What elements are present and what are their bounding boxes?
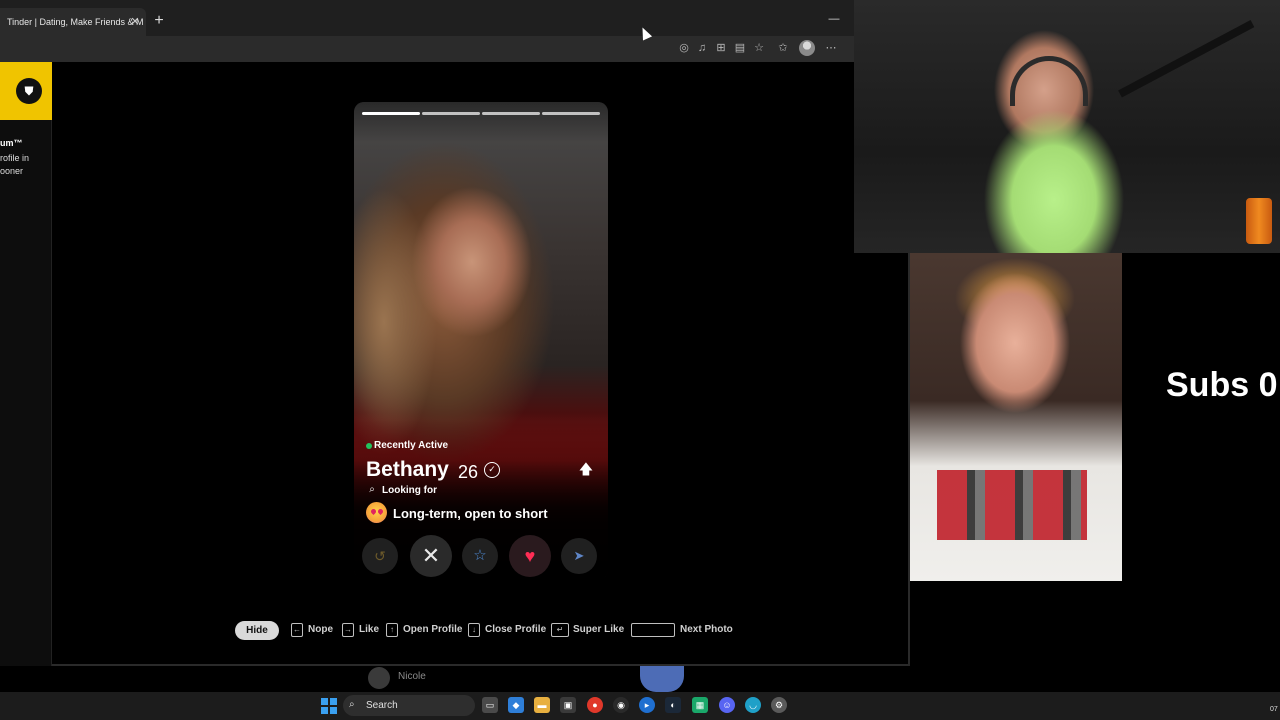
favorites-icon[interactable]: ✩ xyxy=(775,40,791,56)
edge-icon[interactable]: ◡ xyxy=(745,697,761,713)
photo-indicator[interactable] xyxy=(482,112,540,115)
obs-icon[interactable]: ◉ xyxy=(613,697,629,713)
store-icon[interactable]: ▣ xyxy=(560,697,576,713)
open-profile-arrow-icon[interactable]: 🡅 xyxy=(578,460,594,478)
browser-tab[interactable]: Tinder | Dating, Make Friends & M ✕ xyxy=(0,8,146,36)
photo-top-shade xyxy=(354,102,608,142)
extensions-icon[interactable]: ⊞ xyxy=(713,40,729,56)
right-key-icon: → xyxy=(342,623,354,637)
super-like-button[interactable]: ☆ xyxy=(462,538,498,574)
taskbar-search-label: Search xyxy=(366,700,398,711)
new-tab-button[interactable]: + xyxy=(150,10,168,32)
hide-shortcuts-button[interactable]: Hide xyxy=(235,621,279,640)
streamlabs-icon[interactable]: ▸ xyxy=(639,697,655,713)
shortcut-next-photo-label: Next Photo xyxy=(680,624,733,635)
settings-gear-icon[interactable]: ⚙ xyxy=(771,697,787,713)
task-view-icon[interactable]: ▭ xyxy=(482,697,498,713)
shortcut-nope-label: Nope xyxy=(308,624,333,635)
minimize-button[interactable]: — xyxy=(826,12,842,28)
relationship-intent: Long-term, open to short xyxy=(393,506,548,521)
favorite-star-icon[interactable]: ☆ xyxy=(751,40,767,56)
space-key-icon xyxy=(631,623,675,637)
discord-mascot-image xyxy=(640,666,684,692)
boost-button[interactable]: ➤ xyxy=(561,538,597,574)
chrome-icon[interactable]: ● xyxy=(587,697,603,713)
like-button[interactable]: ♥ xyxy=(509,535,551,577)
verified-badge-icon: ✓ xyxy=(484,462,500,478)
hoodie-logo-shape xyxy=(937,470,1087,540)
location-icon[interactable]: ◎ xyxy=(676,40,692,56)
photo-indicator[interactable] xyxy=(542,112,600,115)
search-icon: ⌕ xyxy=(349,699,355,710)
subscriber-counter: Subs 0 xyxy=(1166,366,1278,404)
shortcut-super-like-label: Super Like xyxy=(573,624,625,635)
enter-key-icon: ↵ xyxy=(551,623,569,637)
reader-icon[interactable]: ▤ xyxy=(732,40,748,56)
shortcut-close-profile-label: Close Profile xyxy=(485,624,547,635)
nope-button[interactable]: ✕ xyxy=(410,535,452,577)
active-status-dot xyxy=(366,443,372,449)
promo-text: ooner xyxy=(0,166,24,176)
shortcut-like-label: Like xyxy=(359,624,380,635)
copilot-icon[interactable]: ◆ xyxy=(508,697,524,713)
active-status-label: Recently Active xyxy=(374,440,449,451)
close-icon[interactable]: ✕ xyxy=(128,8,142,36)
tab-title: Tinder | Dating, Make Friends & M xyxy=(7,17,144,27)
windows-start-icon[interactable] xyxy=(321,698,337,714)
photo-indicator[interactable] xyxy=(362,112,420,115)
profile-avatar[interactable] xyxy=(799,40,815,56)
promo-title: um™ xyxy=(0,138,23,148)
down-key-icon: ↓ xyxy=(468,623,480,637)
profile-name: Bethany xyxy=(366,458,449,481)
steam-icon[interactable]: ◐ xyxy=(665,697,681,713)
file-explorer-icon[interactable]: ▬ xyxy=(534,697,550,713)
discord-icon[interactable]: ☺ xyxy=(719,697,735,713)
contact-name: Nicole xyxy=(398,671,426,682)
drink-can-shape xyxy=(1246,198,1272,244)
bell-icon[interactable]: ♫ xyxy=(694,40,710,56)
profile-age: 26 xyxy=(458,462,479,482)
taskbar-clock: 07 xyxy=(1270,706,1278,713)
search-icon: ⌕ xyxy=(369,484,375,495)
app-icon[interactable]: ▦ xyxy=(692,697,708,713)
left-key-icon: ← xyxy=(291,623,303,637)
more-menu-icon[interactable]: ⋯ xyxy=(823,40,839,56)
shield-icon: ⛊ xyxy=(16,78,42,104)
looking-for-label: Looking for xyxy=(382,485,437,496)
shortcut-open-profile-label: Open Profile xyxy=(403,624,463,635)
photo-indicator[interactable] xyxy=(422,112,480,115)
heart-eyes-emoji-icon xyxy=(366,502,387,523)
up-key-icon: ↑ xyxy=(386,623,398,637)
promo-text: rofile in xyxy=(0,153,30,163)
avatar xyxy=(368,667,390,689)
taskbar-search-box[interactable] xyxy=(343,695,475,716)
rewind-button[interactable]: ↺ xyxy=(362,538,398,574)
